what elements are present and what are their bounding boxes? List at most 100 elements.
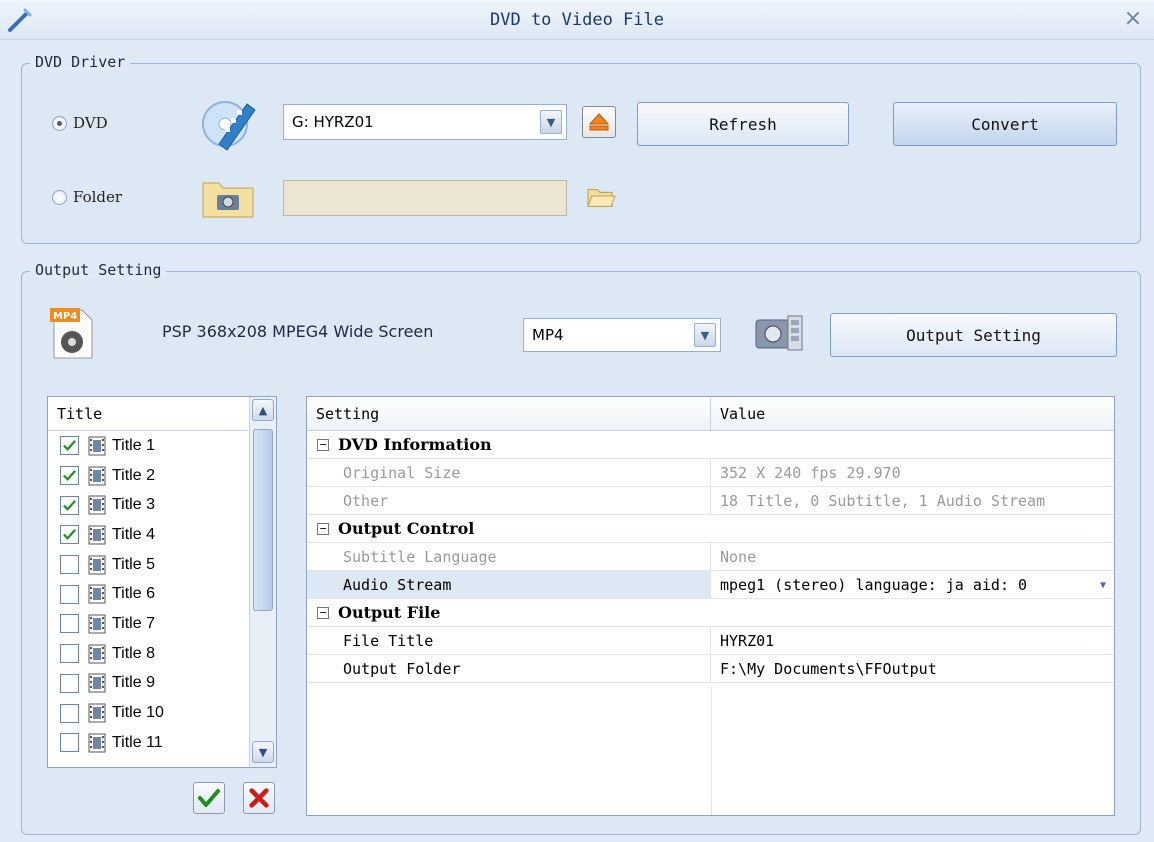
grid-row-value-text: HYRZ01 (720, 631, 775, 650)
dvd-radio[interactable]: DVD (52, 114, 108, 132)
property-grid[interactable]: Setting Value − DVD Information Original S… (306, 396, 1115, 816)
film-strip-icon (88, 703, 106, 723)
chevron-down-icon[interactable]: ▼ (1094, 575, 1112, 595)
folder-radio-dot[interactable] (52, 189, 67, 205)
title-checkbox[interactable] (60, 644, 79, 664)
list-item[interactable]: Title 8 (48, 639, 276, 669)
grid-category: − Output Control (307, 515, 474, 542)
dvd-disc-icon (201, 96, 257, 152)
title-checkbox[interactable] (60, 703, 79, 723)
grid-row-key: Audio Stream (307, 571, 711, 598)
scroll-up-icon[interactable]: ▲ (252, 399, 274, 421)
drive-select[interactable]: G: HYRZ01 ▼ (283, 104, 567, 140)
grid-row-value-text: F:\My Documents\FFOutput (720, 659, 937, 678)
browse-folder-button[interactable] (582, 180, 620, 214)
grid-row[interactable]: Subtitle Language None (307, 543, 1114, 571)
grid-row-value[interactable]: F:\My Documents\FFOutput (711, 655, 1114, 682)
collapse-icon[interactable]: − (317, 522, 329, 535)
property-grid-header: Setting Value (307, 397, 1114, 431)
chevron-down-icon[interactable]: ▼ (694, 323, 716, 347)
list-item[interactable]: Title 2 (48, 461, 276, 491)
grid-row-value: None (711, 543, 1114, 570)
list-item[interactable]: Title 4 (48, 520, 276, 550)
folder-camera-icon[interactable] (201, 175, 255, 219)
grid-row-value[interactable]: HYRZ01 (711, 627, 1114, 654)
open-folder-icon (587, 189, 616, 207)
collapse-icon[interactable]: − (317, 438, 329, 451)
list-item[interactable]: Title 7 (48, 609, 276, 639)
grid-row[interactable]: Original Size 352 X 240 fps 29.970 (307, 459, 1114, 487)
film-strip-icon (88, 466, 106, 486)
grid-category-row[interactable]: − Output File (307, 599, 1114, 627)
scroll-thumb[interactable] (253, 429, 273, 611)
uncheck-all-button[interactable] (243, 782, 275, 814)
output-setting-button[interactable]: Output Setting (830, 313, 1117, 357)
check-all-button[interactable] (193, 782, 225, 814)
close-icon[interactable]: × (1120, 6, 1146, 32)
grid-row-value-text: mpeg1 (stereo) language: ja aid: 0 (720, 575, 1028, 594)
list-item[interactable]: Title 5 (48, 550, 276, 580)
grid-category-row[interactable]: − Output Control (307, 515, 1114, 543)
title-checkbox[interactable] (60, 733, 79, 753)
title-label: Title 1 (112, 436, 155, 454)
title-list-header: Title (48, 397, 248, 431)
grid-category-row[interactable]: − DVD Information (307, 431, 1114, 459)
title-checkbox[interactable] (60, 555, 79, 575)
film-strip-icon (88, 644, 106, 664)
title-label: Title 2 (112, 466, 155, 484)
grid-row-value[interactable]: mpeg1 (stereo) language: ja aid: 0 ▼ (711, 571, 1114, 598)
mp4-film-icon: MP4 (48, 306, 98, 360)
list-item[interactable]: Title 1 (48, 431, 276, 461)
list-item[interactable]: Title 10 (48, 698, 276, 728)
title-checkbox[interactable] (60, 525, 79, 545)
output-setting-label: Output Setting (30, 261, 167, 279)
scroll-down-icon[interactable]: ▼ (252, 741, 274, 763)
refresh-button[interactable]: Refresh (637, 102, 849, 146)
format-select[interactable]: MP4 ▼ (523, 318, 721, 352)
list-item[interactable]: Title 9 (48, 669, 276, 699)
folder-path-input[interactable] (283, 180, 567, 216)
film-strip-icon (88, 673, 106, 693)
folder-radio[interactable]: Folder (52, 188, 122, 206)
grid-row[interactable]: File Title HYRZ01 (307, 627, 1114, 655)
list-item[interactable]: Title 11 (48, 728, 276, 758)
grid-row-value-text: 352 X 240 fps 29.970 (720, 463, 901, 482)
grid-row-value: 18 Title, 0 Subtitle, 1 Audio Stream (711, 487, 1114, 514)
list-item[interactable]: Title 6 (48, 579, 276, 609)
grid-row-value: 352 X 240 fps 29.970 (711, 459, 1114, 486)
title-checkbox[interactable] (60, 584, 79, 604)
grid-row[interactable]: Output Folder F:\My Documents\FFOutput (307, 655, 1114, 683)
grid-category: − Output File (307, 599, 440, 626)
title-checkbox[interactable] (60, 495, 79, 515)
collapse-icon[interactable]: − (317, 606, 329, 619)
title-list-scrollbar[interactable]: ▲ ▼ (249, 397, 276, 767)
format-select-value: MP4 (532, 326, 564, 344)
checkmark-icon (63, 470, 76, 481)
chevron-down-icon[interactable]: ▼ (540, 110, 562, 134)
grid-row-value-text: 18 Title, 0 Subtitle, 1 Audio Stream (720, 491, 1046, 510)
title-checkbox[interactable] (60, 673, 79, 693)
title-label: Title 3 (112, 496, 155, 514)
profile-name: PSP 368x208 MPEG4 Wide Screen (162, 322, 434, 341)
film-strip-icon (88, 495, 106, 515)
grid-row-key: Subtitle Language (307, 543, 711, 570)
film-strip-icon (88, 733, 106, 753)
title-label: Title 6 (112, 585, 155, 603)
dvd-radio-dot[interactable] (52, 115, 67, 131)
dvd-driver-label: DVD Driver (30, 53, 131, 71)
title-list[interactable]: Title Title 1 Title 2 Title 3 Title 4 Title … (47, 396, 277, 768)
title-checkbox[interactable] (60, 436, 79, 456)
list-item[interactable]: Title 3 (48, 490, 276, 520)
checkmark-icon (63, 529, 76, 541)
eject-button[interactable] (582, 106, 616, 138)
title-label: Title 5 (112, 555, 155, 573)
film-strip-icon (88, 614, 106, 634)
cross-icon (249, 788, 269, 808)
title-checkbox[interactable] (60, 614, 79, 634)
grid-row[interactable]: Audio Stream mpeg1 (stereo) language: ja … (307, 571, 1114, 599)
convert-button[interactable]: Convert (893, 102, 1117, 146)
grid-row[interactable]: Other 18 Title, 0 Subtitle, 1 Audio Strea… (307, 487, 1114, 515)
title-checkbox[interactable] (60, 466, 79, 486)
film-strip-icon (88, 436, 106, 456)
title-label: Title 8 (112, 644, 155, 662)
